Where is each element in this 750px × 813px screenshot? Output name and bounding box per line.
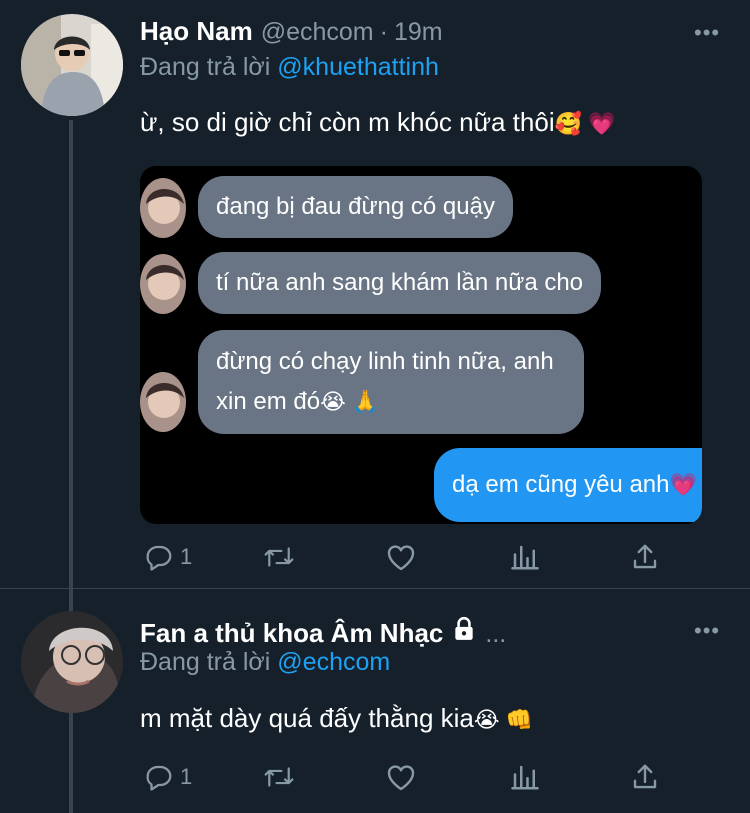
display-name[interactable]: Hạo Nam bbox=[140, 16, 253, 47]
chat-message: tí nữa anh sang khám lần nữa cho bbox=[216, 269, 584, 296]
chat-emoji: 😭 🙏 bbox=[320, 389, 380, 414]
reply-button[interactable]: 1 bbox=[144, 762, 192, 792]
reply-prefix: Đang trả lời bbox=[140, 53, 271, 81]
share-button[interactable] bbox=[630, 542, 660, 572]
tweet-actions: 1 bbox=[140, 542, 680, 582]
like-button[interactable] bbox=[385, 762, 423, 792]
display-name[interactable]: Fan a thủ khoa Âm Nhạc bbox=[140, 618, 443, 649]
share-icon bbox=[630, 762, 660, 792]
chat-bubble: tí nữa anh sang khám lần nữa cho bbox=[198, 252, 602, 314]
chat-message: dạ em cũng yêu anh bbox=[452, 471, 670, 498]
tweet-text: m mặt dày quá đấy thằng kia😭 👊 bbox=[140, 703, 533, 734]
like-button[interactable] bbox=[385, 542, 423, 572]
more-icon[interactable]: ••• bbox=[694, 618, 720, 644]
tweet-header: Hạo Nam @echcom · 19m bbox=[140, 16, 443, 47]
reply-count: 1 bbox=[180, 544, 193, 569]
reply-icon bbox=[144, 542, 174, 572]
tweet-emojis: 😭 👊 bbox=[473, 707, 534, 732]
chat-bubble: đang bị đau đừng có quậy bbox=[198, 176, 513, 238]
tweet-divider bbox=[0, 588, 750, 589]
reply-prefix: Đang trả lời bbox=[140, 648, 271, 676]
user-handle[interactable]: @echcom bbox=[261, 18, 374, 47]
chat-message: đang bị đau đừng có quậy bbox=[216, 193, 495, 220]
timestamp[interactable]: 19m bbox=[394, 18, 443, 47]
tweet-text: ừ, so di giờ chỉ còn m khóc nữa thôi🥰 💗 bbox=[140, 107, 616, 138]
share-icon bbox=[630, 542, 660, 572]
chat-message: đừng có chạy linh tinh nữa, anh bbox=[216, 348, 554, 375]
chat-message: xin em đó bbox=[216, 388, 321, 415]
reply-button[interactable]: 1 bbox=[144, 542, 192, 572]
tweet-header: Fan a thủ khoa Âm Nhạc ... bbox=[140, 616, 506, 649]
analytics-icon bbox=[510, 542, 540, 572]
chat-bubble: đừng có chạy linh tinh nữa, anh xin em đ… bbox=[198, 330, 584, 434]
chat-avatar bbox=[140, 178, 186, 238]
chat-bubble-own: dạ em cũng yêu anh💗 bbox=[434, 448, 702, 522]
chat-avatar bbox=[140, 254, 186, 314]
replying-to: Đang trả lời @khuethattinh bbox=[140, 53, 439, 82]
avatar[interactable] bbox=[21, 611, 123, 713]
tweet-actions: 1 bbox=[140, 762, 680, 802]
chat-emoji: 💗 bbox=[669, 472, 697, 497]
reply-icon bbox=[144, 762, 174, 792]
name-truncation: ... bbox=[485, 620, 507, 648]
replying-to: Đang trả lời @echcom bbox=[140, 648, 390, 677]
tweet-body: ừ, so di giờ chỉ còn m khóc nữa thôi bbox=[140, 107, 555, 137]
chat-avatar bbox=[140, 372, 186, 432]
share-button[interactable] bbox=[630, 762, 660, 792]
reply-mention[interactable]: @khuethattinh bbox=[277, 53, 439, 81]
tweet-media-image[interactable]: đang bị đau đừng có quậy tí nữa anh sang… bbox=[140, 166, 702, 524]
retweet-icon bbox=[262, 542, 296, 572]
tweet-emojis: 🥰 💗 bbox=[554, 111, 616, 136]
reply-count: 1 bbox=[180, 764, 193, 789]
more-icon[interactable]: ••• bbox=[694, 20, 720, 46]
retweet-icon bbox=[262, 762, 296, 792]
reply-mention[interactable]: @echcom bbox=[277, 648, 390, 676]
retweet-button[interactable] bbox=[262, 762, 302, 792]
analytics-button[interactable] bbox=[510, 542, 540, 572]
lock-icon bbox=[451, 616, 477, 647]
like-icon bbox=[385, 542, 417, 572]
separator-dot: · bbox=[379, 18, 388, 46]
analytics-icon bbox=[510, 762, 540, 792]
avatar[interactable] bbox=[21, 14, 123, 116]
analytics-button[interactable] bbox=[510, 762, 540, 792]
retweet-button[interactable] bbox=[262, 542, 302, 572]
tweet-body: m mặt dày quá đấy thằng kia bbox=[140, 703, 474, 733]
like-icon bbox=[385, 762, 417, 792]
